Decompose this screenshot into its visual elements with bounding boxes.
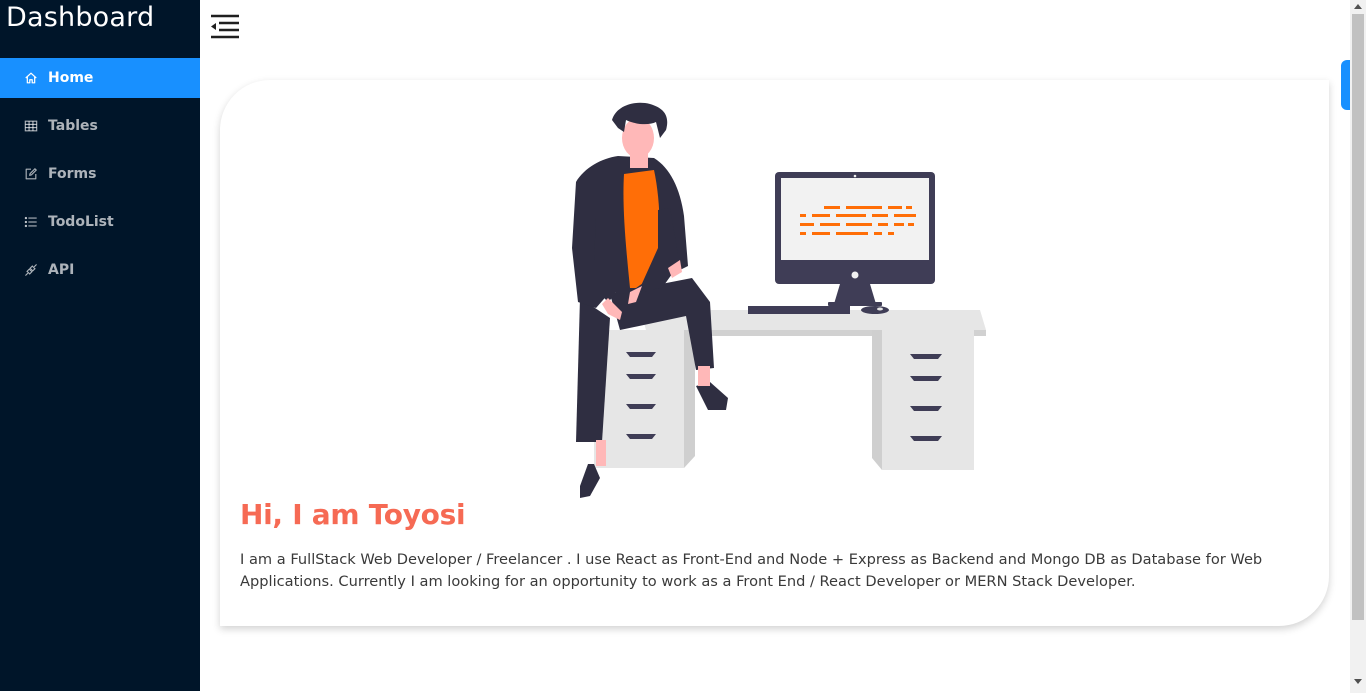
sidebar-item-label: API bbox=[48, 262, 75, 278]
menu-fold-icon[interactable] bbox=[210, 13, 240, 39]
table-icon bbox=[24, 119, 38, 133]
intro-card: Hi, I am Toyosi I am a FullStack Web Dev… bbox=[220, 80, 1329, 626]
scroll-down-arrow-icon[interactable] bbox=[1354, 679, 1362, 684]
hero-description: I am a FullStack Web Developer / Freelan… bbox=[240, 551, 1263, 590]
main-content: Hi, I am Toyosi I am a FullStack Web Dev… bbox=[200, 0, 1350, 693]
api-icon bbox=[24, 263, 38, 277]
sidebar-item-label: Tables bbox=[48, 118, 98, 134]
scroll-up-arrow-icon[interactable] bbox=[1354, 4, 1362, 9]
sidebar-item-todolist[interactable]: TodoList bbox=[0, 202, 200, 242]
sidebar-item-tables[interactable]: Tables bbox=[0, 106, 200, 146]
settings-drawer-handle[interactable] bbox=[1341, 60, 1350, 110]
sidebar-item-api[interactable]: API bbox=[0, 250, 200, 290]
sidebar-item-forms[interactable]: Forms bbox=[0, 154, 200, 194]
sidebar-item-label: Forms bbox=[48, 166, 97, 182]
sidebar-item-home[interactable]: Home bbox=[0, 58, 200, 98]
sidebar-item-label: Home bbox=[48, 70, 94, 86]
sidebar: Dashboard Home Tables Forms TodoList API bbox=[0, 0, 200, 691]
hero-title: Hi, I am Toyosi bbox=[240, 498, 466, 531]
sidebar-menu: Home Tables Forms TodoList API bbox=[0, 58, 200, 298]
sidebar-item-label: TodoList bbox=[48, 214, 114, 230]
home-icon bbox=[24, 71, 38, 85]
scrollbar-thumb[interactable] bbox=[1352, 14, 1364, 620]
brand-title: Dashboard bbox=[6, 2, 155, 33]
form-icon bbox=[24, 167, 38, 181]
list-icon bbox=[24, 215, 38, 229]
developer-illustration bbox=[572, 102, 986, 498]
